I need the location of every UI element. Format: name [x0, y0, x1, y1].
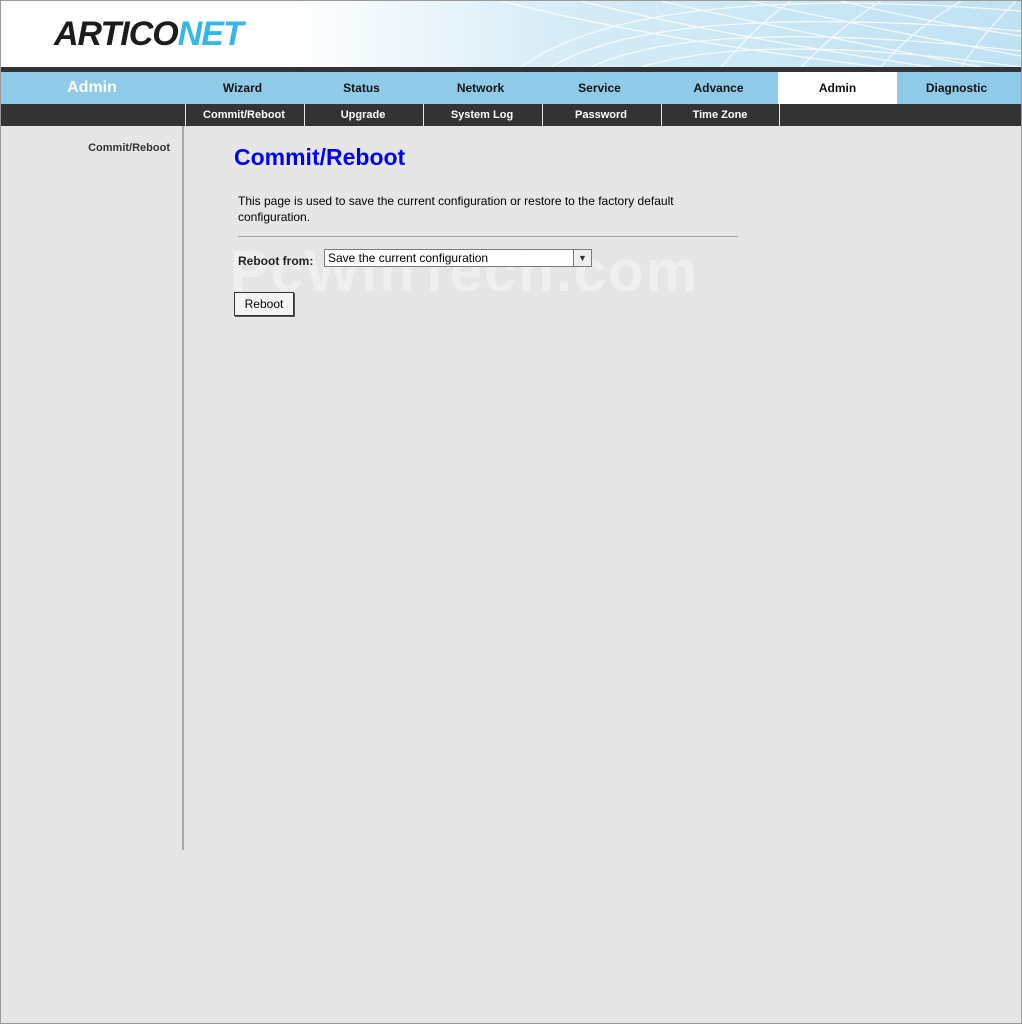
header: ARTICONET: [1, 1, 1021, 67]
globe-graphic: [500, 1, 1021, 67]
subnav-password[interactable]: Password: [542, 104, 659, 126]
logo-text-part1: ARTICO: [54, 15, 179, 53]
sidebar-item-commit-reboot[interactable]: Commit/Reboot: [88, 142, 170, 154]
reboot-button[interactable]: Reboot: [234, 292, 294, 316]
subnav-upgrade[interactable]: Upgrade: [304, 104, 421, 126]
page-title: Commit/Reboot: [234, 144, 406, 170]
sidebar: Commit/Reboot: [1, 126, 184, 850]
nav-wizard[interactable]: Wizard: [183, 72, 302, 104]
reboot-from-select[interactable]: Save the current configuration ▼: [324, 249, 592, 267]
sub-nav: Commit/Reboot Upgrade System Log Passwor…: [1, 104, 1021, 126]
reboot-from-label: Reboot from:: [238, 254, 314, 268]
nav-service[interactable]: Service: [540, 72, 659, 104]
nav-network[interactable]: Network: [421, 72, 540, 104]
subnav-commit-reboot[interactable]: Commit/Reboot: [185, 104, 302, 126]
nav-advance[interactable]: Advance: [659, 72, 778, 104]
subnav-system-log[interactable]: System Log: [423, 104, 540, 126]
nav-admin[interactable]: Admin: [778, 72, 897, 104]
subnav-end-divider: [779, 104, 781, 126]
nav-status[interactable]: Status: [302, 72, 421, 104]
logo-text-part2: NET: [177, 15, 244, 53]
subnav-spacer: [1, 104, 183, 126]
main-nav: Admin Wizard Status Network Service Adva…: [1, 72, 1021, 104]
subnav-time-zone[interactable]: Time Zone: [661, 104, 778, 126]
current-section-label: Admin: [67, 79, 117, 96]
logo: ARTICONET: [54, 15, 244, 54]
chevron-down-icon[interactable]: ▼: [573, 250, 591, 266]
nav-diagnostic[interactable]: Diagnostic: [897, 72, 1016, 104]
reboot-from-selected-value: Save the current configuration: [328, 251, 489, 265]
divider: [238, 236, 738, 237]
page-description: This page is used to save the current co…: [238, 194, 674, 224]
